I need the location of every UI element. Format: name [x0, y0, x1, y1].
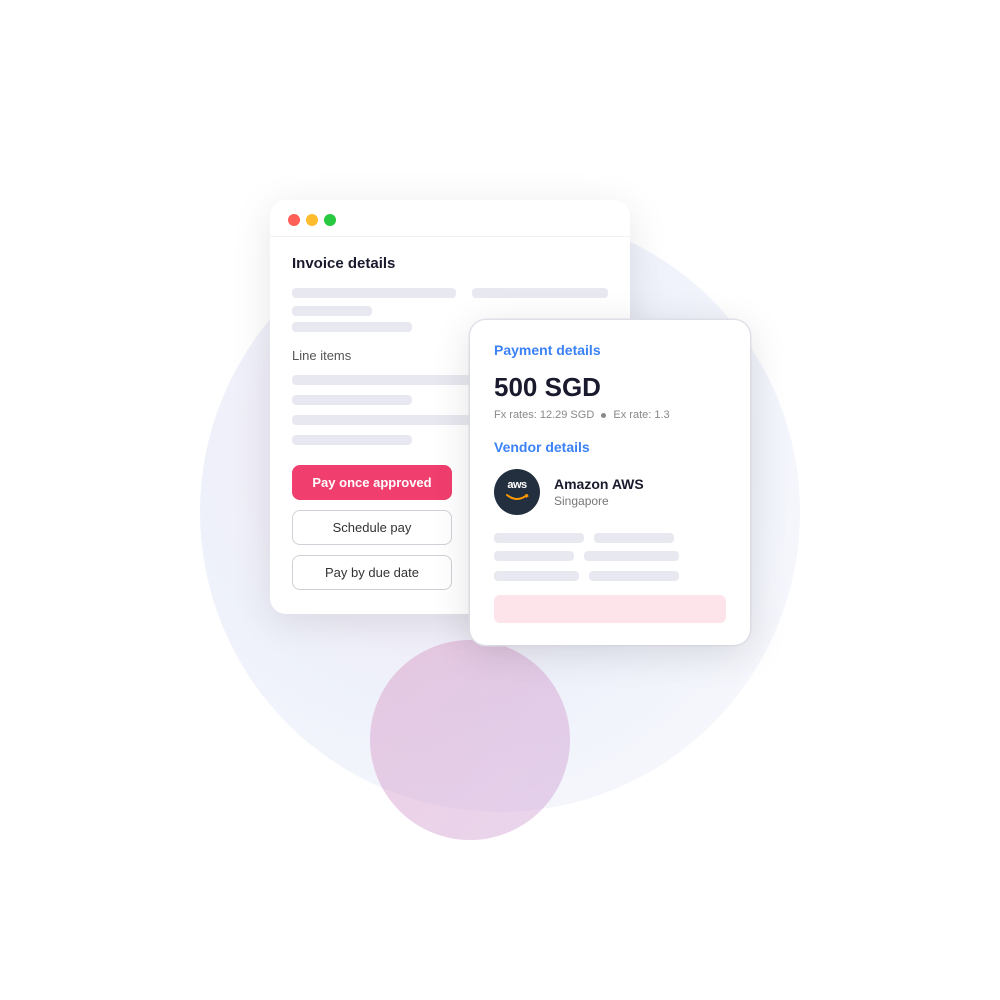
skeleton-line — [292, 375, 472, 385]
schedule-pay-button[interactable]: Schedule pay — [292, 510, 452, 545]
invoice-titlebar — [270, 200, 630, 237]
scene-container: Invoice details Line items — [250, 200, 750, 800]
skeleton-line — [292, 435, 412, 445]
payment-details-title: Payment details — [494, 342, 726, 358]
invoice-title: Invoice details — [292, 255, 608, 272]
skeleton-line — [292, 322, 412, 332]
aws-smile-icon — [504, 493, 530, 501]
skeleton-line — [594, 533, 674, 543]
dot-yellow — [306, 214, 318, 226]
dot-green — [324, 214, 336, 226]
pay-by-due-date-button[interactable]: Pay by due date — [292, 555, 452, 590]
payment-card: Payment details 500 SGD Fx rates: 12.29 … — [470, 320, 750, 645]
vendor-info: Amazon AWS Singapore — [554, 476, 644, 508]
payment-amount: 500 SGD — [494, 372, 726, 403]
vendor-avatar: aws — [494, 469, 540, 515]
vendor-location: Singapore — [554, 494, 644, 508]
pink-action-bar — [494, 595, 726, 623]
payment-fx-rates: Fx rates: 12.29 SGD Ex rate: 1.3 — [494, 409, 726, 421]
aws-logo-container: aws — [504, 480, 530, 504]
vendor-details-title: Vendor details — [494, 439, 726, 455]
skeleton-line — [584, 551, 679, 561]
vendor-row: aws Amazon AWS Singapore — [494, 469, 726, 515]
skeleton-line — [292, 395, 412, 405]
skeleton-line — [494, 533, 584, 543]
skeleton-line — [589, 571, 679, 581]
skeleton-line — [472, 288, 608, 298]
pay-once-approved-button[interactable]: Pay once approved — [292, 465, 452, 500]
dot-red — [288, 214, 300, 226]
skeleton-line — [292, 306, 372, 316]
skeleton-line — [292, 415, 472, 425]
skeleton-line — [292, 288, 456, 298]
vendor-name: Amazon AWS — [554, 476, 644, 492]
fx-dot-separator — [601, 413, 606, 418]
skeleton-line — [494, 551, 574, 561]
payment-skeleton-rows — [494, 533, 726, 581]
skeleton-line — [494, 571, 579, 581]
